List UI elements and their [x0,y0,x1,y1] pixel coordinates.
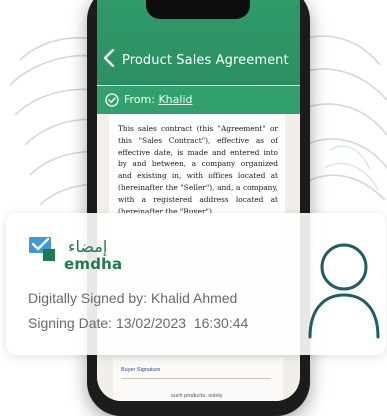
buyer-signature-label: Buyer Signature [121,367,161,373]
signing-date-value: 13/02/2023 16:30:44 [115,315,249,331]
from-row: From: Khalid [97,86,300,114]
page-title: Product Sales Agreement [122,53,289,68]
emdha-logo-icon [29,237,55,261]
from-prefix: From: [124,93,159,106]
logo-english-text: emdha [64,255,123,273]
divider [121,378,271,379]
user-avatar-icon [308,243,380,339]
check-circle-icon [105,93,119,107]
signing-date-label: Signing Date: [28,315,116,331]
contract-text: This sales contract (this "Agreement" or… [118,124,278,216]
signature-card: إمضاء emdha Digitally Signed by: Khalid … [6,213,386,355]
document-snippet: such products, solely [171,393,223,399]
document-page-lower: Buyer Signature such products, solely [113,358,283,401]
sender-link[interactable]: Khalid [158,93,192,106]
phone-notch [146,0,250,19]
logo-arabic-text: إمضاء [68,237,108,256]
signing-date-text: Signing Date: 13/02/2023 16:30:44 [28,315,248,331]
chevron-left-icon[interactable] [103,49,115,67]
from-label: From: Khalid [124,93,193,106]
signed-by-text: Digitally Signed by: Khalid Ahmed [28,290,238,306]
